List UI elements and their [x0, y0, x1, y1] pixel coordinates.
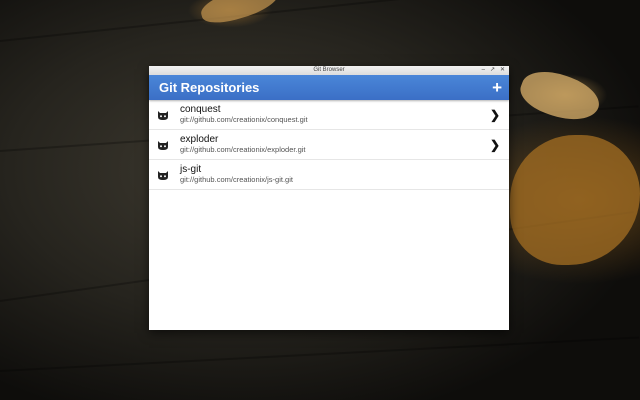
leaf [510, 135, 640, 265]
close-icon[interactable]: ✕ [500, 66, 505, 75]
add-repository-button[interactable]: + [492, 79, 502, 96]
octocat-icon [158, 110, 168, 120]
repository-text: conquest git://github.com/creationix/con… [180, 104, 489, 125]
repository-url: git://github.com/creationix/js-git.git [180, 175, 293, 184]
minimize-icon[interactable]: – [482, 66, 485, 75]
page-title: Git Repositories [159, 80, 260, 95]
leaf [197, 0, 283, 28]
repository-url: git://github.com/creationix/exploder.git [180, 145, 306, 154]
wood-grain [0, 0, 637, 42]
leaf [515, 62, 605, 130]
repository-row[interactable]: js-git git://github.com/creationix/js-gi… [149, 160, 509, 190]
octocat-icon [158, 140, 168, 150]
window-title: Git Browser [313, 67, 345, 73]
repository-name: conquest [180, 104, 221, 115]
repository-text: exploder git://github.com/creationix/exp… [180, 134, 489, 155]
maximize-icon[interactable]: ↗ [490, 66, 495, 75]
plus-icon: + [492, 78, 502, 97]
wood-grain [0, 336, 640, 372]
chevron-right-icon[interactable]: ❯ [489, 108, 501, 122]
app-header: Git Repositories + [149, 75, 509, 100]
window-titlebar[interactable]: Git Browser – ↗ ✕ [149, 66, 509, 75]
repository-list: conquest git://github.com/creationix/con… [149, 100, 509, 190]
repository-url: git://github.com/creationix/conquest.git [180, 115, 308, 124]
repository-name: js-git [180, 164, 202, 175]
octocat-icon [158, 170, 168, 180]
window-controls: – ↗ ✕ [482, 66, 505, 75]
repository-row[interactable]: exploder git://github.com/creationix/exp… [149, 130, 509, 160]
repository-text: js-git git://github.com/creationix/js-gi… [180, 164, 489, 185]
git-browser-window: Git Browser – ↗ ✕ Git Repositories + con… [149, 66, 509, 330]
repository-row[interactable]: conquest git://github.com/creationix/con… [149, 100, 509, 130]
chevron-right-icon[interactable]: ❯ [489, 138, 501, 152]
repository-name: exploder [180, 134, 219, 145]
